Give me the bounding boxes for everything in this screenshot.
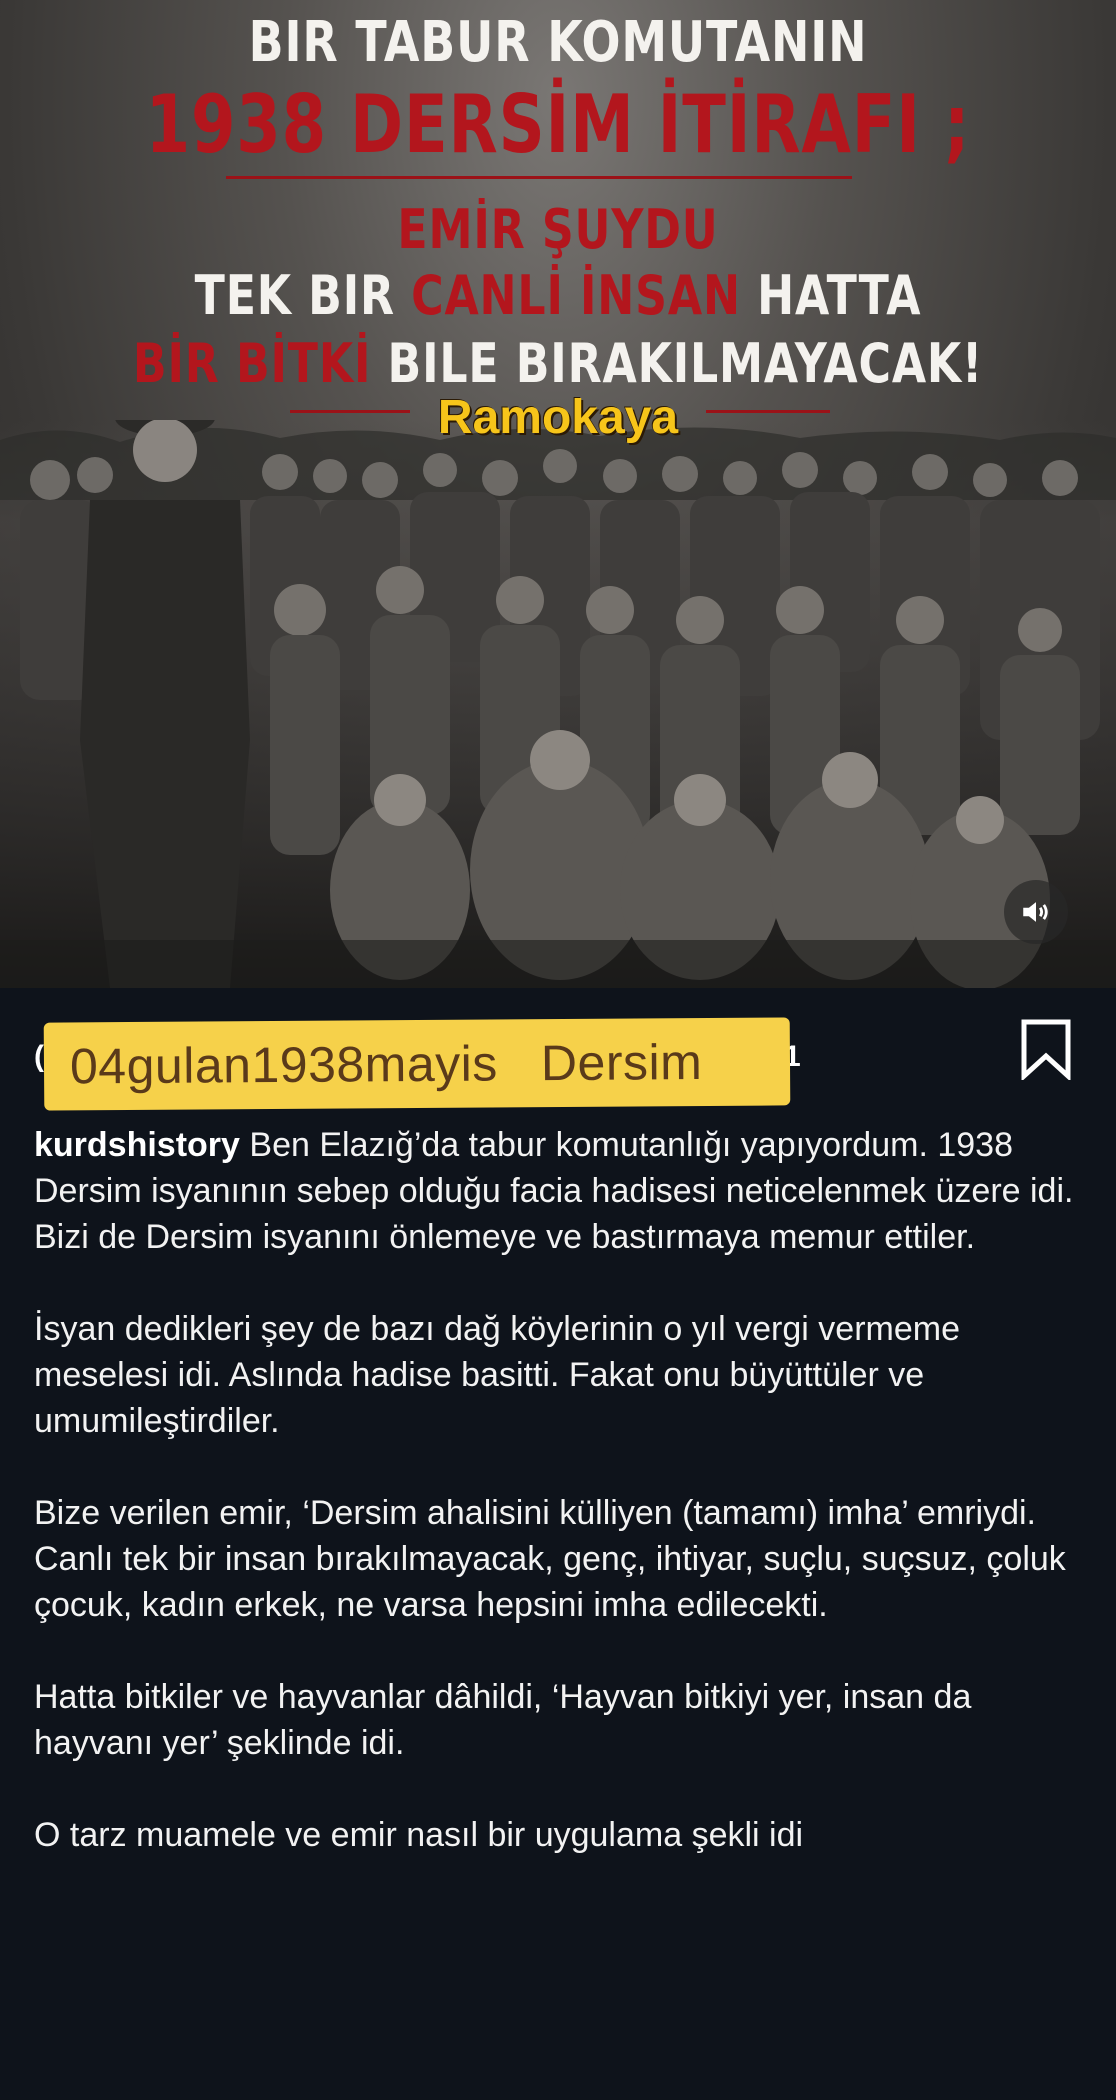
poster-line-4-a: TEK BIR bbox=[194, 264, 412, 327]
poster-line-1: BIR TABUR KOMUTANIN bbox=[248, 10, 868, 75]
speaker-icon bbox=[1023, 902, 1048, 922]
caption-paragraph-2: İsyan dedikleri şey de bazı dağ köylerin… bbox=[34, 1310, 960, 1440]
caption-paragraph-1: kurdshistory Ben Elazığ’da tabur komutan… bbox=[34, 1122, 1084, 1260]
poster-line-4: TEK BIR CANLİ İNSAN HATTA bbox=[100, 264, 1015, 327]
post-image[interactable]: BIR TABUR KOMUTANIN 1938 DERSİM İTİRAFI … bbox=[0, 0, 1116, 988]
poster-brand: Ramokaya bbox=[437, 391, 679, 444]
post-caption: kurdshistory Ben Elazığ’da tabur komutan… bbox=[34, 1122, 1084, 1904]
caption-username[interactable]: kurdshistory bbox=[34, 1126, 240, 1164]
poster-line-4-c: HATTA bbox=[740, 264, 922, 327]
poster-line-5: BİR BİTKİ BILE BIRAKILMAYACAK! bbox=[100, 332, 1015, 395]
poster-line-5-a: BİR BİTKİ bbox=[132, 332, 372, 395]
crowd-photo bbox=[0, 420, 1116, 988]
poster-line-4-b: CANLİ İNSAN bbox=[411, 264, 741, 327]
bookmark-icon bbox=[1021, 1019, 1071, 1082]
caption-paragraph-5: O tarz muamele ve emir nasıl bir uygulam… bbox=[34, 1816, 804, 1854]
hashtag-highlight[interactable]: 04gulan1938mayis Dersim bbox=[43, 1017, 791, 1111]
poster-line-2: 1938 DERSİM İTİRAFI ; bbox=[145, 78, 971, 171]
obscured-text-left: ( bbox=[34, 1040, 44, 1073]
bookmark-button[interactable] bbox=[1018, 1018, 1074, 1082]
caption-paragraph-3: Bize verilen emir, ‘Dersim ahalisini kül… bbox=[34, 1494, 1066, 1624]
hashtag-text: 04gulan1938mayis Dersim bbox=[69, 1034, 703, 1095]
sound-toggle-button[interactable] bbox=[1004, 880, 1068, 944]
poster-line-5-b: BILE BIRAKILMAYACAK! bbox=[371, 332, 984, 395]
caption-paragraph-4: Hatta bitkiler ve hayvanlar dâhildi, ‘Ha… bbox=[34, 1678, 972, 1762]
poster-divider bbox=[226, 176, 852, 179]
poster-line-3: EMİR ŞUYDU bbox=[397, 198, 719, 261]
